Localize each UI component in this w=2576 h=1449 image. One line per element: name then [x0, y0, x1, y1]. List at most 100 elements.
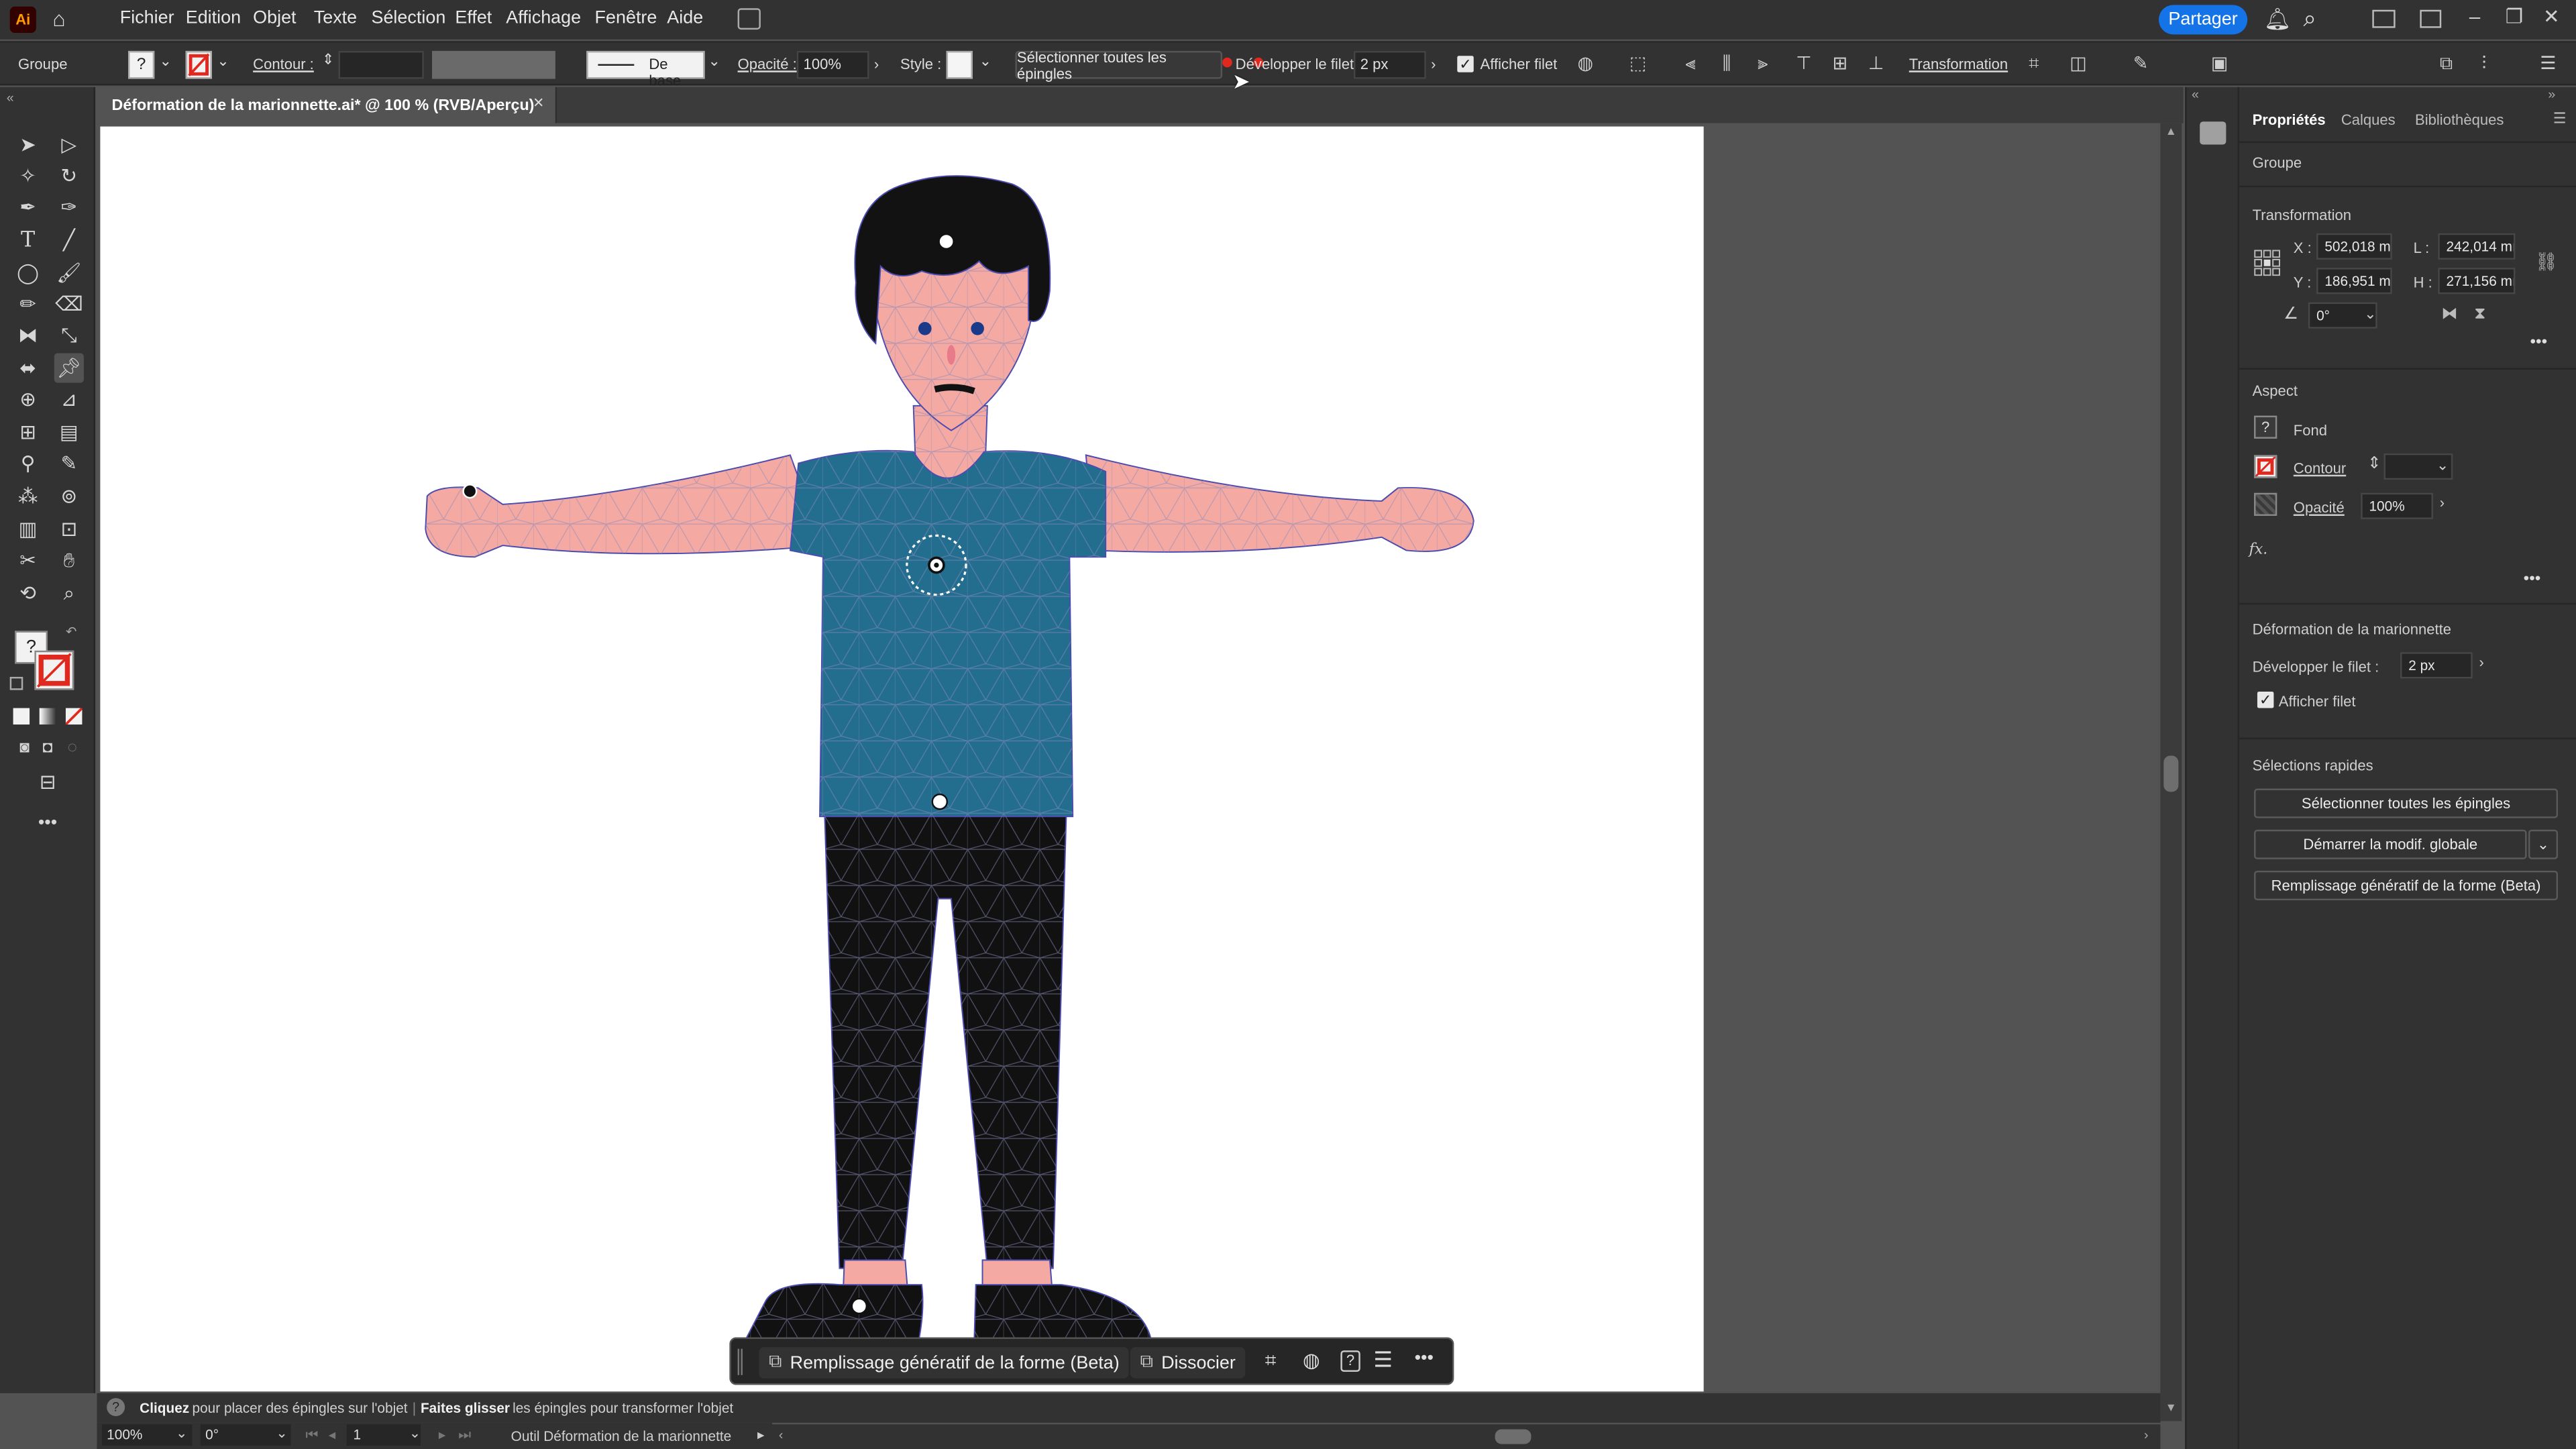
magic-wand-icon[interactable]: ✧ [13, 161, 43, 191]
menu-affichage[interactable]: Affichage [506, 8, 581, 28]
panel-menu-icon[interactable]: ☰ [2553, 110, 2567, 128]
expand-icon[interactable]: « [2192, 87, 2199, 102]
eraser-icon[interactable]: ⌫ [54, 289, 84, 319]
blend-tool-icon[interactable]: ⊚ [54, 482, 84, 511]
align-top-icon[interactable]: ⊤ [1792, 54, 1815, 74]
paintbrush-icon[interactable]: 🖌︎ [54, 258, 84, 287]
collapse-panel-icon[interactable]: » [2548, 87, 2555, 102]
shape-builder-icon[interactable]: ⊕ [13, 384, 43, 414]
panel-menu-icon[interactable]: ⫶ [2473, 54, 2496, 74]
y-field[interactable]: 186,951 mı [2316, 268, 2392, 294]
draw-inside-icon[interactable]: ◌ [58, 733, 87, 762]
menu-icon[interactable]: ☰ [2536, 54, 2559, 74]
type-tool-icon[interactable]: T [13, 225, 43, 255]
stroke-label[interactable]: Contour [2294, 460, 2346, 476]
align-middle-icon[interactable]: ⊞ [1829, 54, 1851, 74]
menu-effet[interactable]: Effet [455, 8, 492, 28]
menu-fenetre[interactable]: Fenêtre [595, 8, 657, 28]
align-right-icon[interactable]: ⫸ [1752, 54, 1774, 74]
help-icon[interactable]: ? [1340, 1350, 1360, 1372]
recolor-icon[interactable]: ◍ [1303, 1349, 1320, 1372]
puppet-character-artwork[interactable] [100, 127, 1703, 1392]
recolor-icon[interactable]: ◍ [1574, 54, 1597, 74]
width-field[interactable]: 242,014 mı [2438, 233, 2516, 260]
chevron-down-icon[interactable]: ⌄ [176, 1424, 187, 1442]
rotate-view-icon[interactable]: ⟲ [13, 578, 43, 608]
graph-tool-icon[interactable]: ▥ [13, 515, 43, 544]
align-to-icon[interactable]: ⬚ [1627, 54, 1650, 74]
gradient-mode-icon[interactable] [39, 708, 56, 725]
fx-icon[interactable]: fx. [2249, 542, 2268, 558]
puppet-pin[interactable] [931, 793, 949, 810]
default-colors-icon[interactable] [9, 676, 23, 690]
pencil-icon[interactable]: ✏︎ [13, 289, 43, 319]
stroke-swatch[interactable] [2254, 455, 2277, 478]
more-appearance-options-icon[interactable]: ••• [2524, 570, 2541, 588]
arrange-icon[interactable]: ⧉ [2434, 54, 2457, 74]
menu-objet[interactable]: Objet [253, 8, 296, 28]
first-artboard-icon[interactable]: ⏮ [306, 1426, 319, 1444]
shoes[interactable] [743, 1283, 1152, 1343]
vertical-scrollbar[interactable]: ▲ ▼ [2160, 123, 2182, 1421]
more-transform-options-icon[interactable]: ••• [2530, 333, 2547, 352]
bell-icon[interactable]: 🔔︎ [2264, 7, 2291, 33]
close-window-icon[interactable]: ✕ [2543, 5, 2560, 28]
menu-texte[interactable]: Texte [314, 8, 357, 28]
close-tab-icon[interactable]: × [533, 94, 544, 113]
mesh-tool-icon[interactable]: ⊞ [13, 417, 43, 447]
artboard-icon[interactable]: ▣ [2208, 54, 2231, 74]
opacity-label[interactable]: Opacité : [738, 56, 797, 72]
search-icon[interactable]: ⌕ [2303, 5, 2316, 33]
expand-mesh-field[interactable]: 2 px [1353, 50, 1426, 79]
tab-properties[interactable]: Propriétés [2253, 112, 2326, 128]
width-tool-icon[interactable]: ⬌ [13, 354, 43, 383]
share-button[interactable]: Partager [2158, 5, 2248, 35]
chevron-down-icon[interactable]: ⌄ [979, 52, 991, 70]
contour-label[interactable]: Contour : [253, 56, 314, 72]
chevron-right-icon[interactable]: › [1431, 56, 1436, 72]
zoom-tool-icon[interactable]: ⌕ [54, 578, 84, 608]
start-global-edit-button[interactable]: Démarrer la modif. globale [2254, 829, 2527, 859]
pen-tool-icon[interactable]: ✒ [13, 193, 43, 222]
align-left-icon[interactable]: ⫷ [1679, 54, 1702, 74]
align-bottom-icon[interactable]: ⊥ [1865, 54, 1888, 74]
measure-icon[interactable]: ✎ [54, 449, 84, 478]
eyedropper-icon[interactable]: ⚲ [13, 449, 43, 478]
chevron-down-icon[interactable]: ⌄ [2364, 306, 2376, 324]
symbol-sprayer-icon[interactable]: ⁂ [13, 482, 43, 511]
flip-vertical-icon[interactable]: ⧗ [2474, 306, 2485, 324]
swap-colors-icon[interactable]: ↶ [66, 625, 76, 639]
x-field[interactable]: 502,018 mı [2316, 233, 2392, 260]
tab-libraries[interactable]: Bibliothèques [2415, 112, 2504, 128]
chevron-down-icon[interactable]: ⌄ [708, 52, 720, 70]
height-field[interactable]: 271,156 mı [2438, 268, 2516, 294]
lasso-icon[interactable]: ↻ [54, 161, 84, 191]
stroke-weight-field[interactable] [338, 50, 424, 79]
puppet-warp-option-icon[interactable]: ✎ [2129, 54, 2152, 74]
opacity-label[interactable]: Opacité [2294, 499, 2345, 515]
stepper-icon[interactable]: ⇕ [2367, 455, 2381, 473]
chevron-down-icon[interactable]: ⌄ [409, 1424, 421, 1442]
stroke-box-icon[interactable] [34, 650, 74, 690]
direct-selection-tool-icon[interactable]: ▷ [54, 129, 84, 159]
canvas[interactable] [97, 123, 2161, 1392]
puppet-pin[interactable] [851, 1297, 868, 1315]
show-mesh-checkbox[interactable]: ✓ [1457, 56, 1474, 72]
vertical-scroll-thumb[interactable] [2163, 755, 2179, 792]
generative-fill-button[interactable]: ⧉ Remplissage génératif de la forme (Bet… [759, 1347, 1130, 1379]
chevron-down-icon[interactable]: ⌄ [217, 52, 229, 70]
isolate-icon[interactable]: ⌗ [2023, 54, 2045, 74]
puppet-pin-selected[interactable] [462, 484, 478, 499]
menu-aide[interactable]: Aide [667, 8, 703, 28]
reflect-icon[interactable]: ⧓ [13, 321, 43, 350]
next-artboard-icon[interactable]: ▸ [439, 1426, 445, 1444]
scale-icon[interactable]: ⤡ [54, 321, 84, 350]
selection-tool-icon[interactable]: ➤ [13, 129, 43, 159]
panel-layout-icon[interactable] [2420, 9, 2442, 28]
document-tab[interactable]: Déformation de la marionnette.ai* @ 100 … [97, 87, 557, 123]
gradient-tool-icon[interactable]: ▤ [54, 417, 84, 447]
prev-artboard-icon[interactable]: ◂ [329, 1426, 335, 1444]
line-tool-icon[interactable]: ╱ [54, 225, 84, 255]
menu-fichier[interactable]: Fichier [120, 8, 174, 28]
artboard[interactable] [100, 126, 1704, 1392]
